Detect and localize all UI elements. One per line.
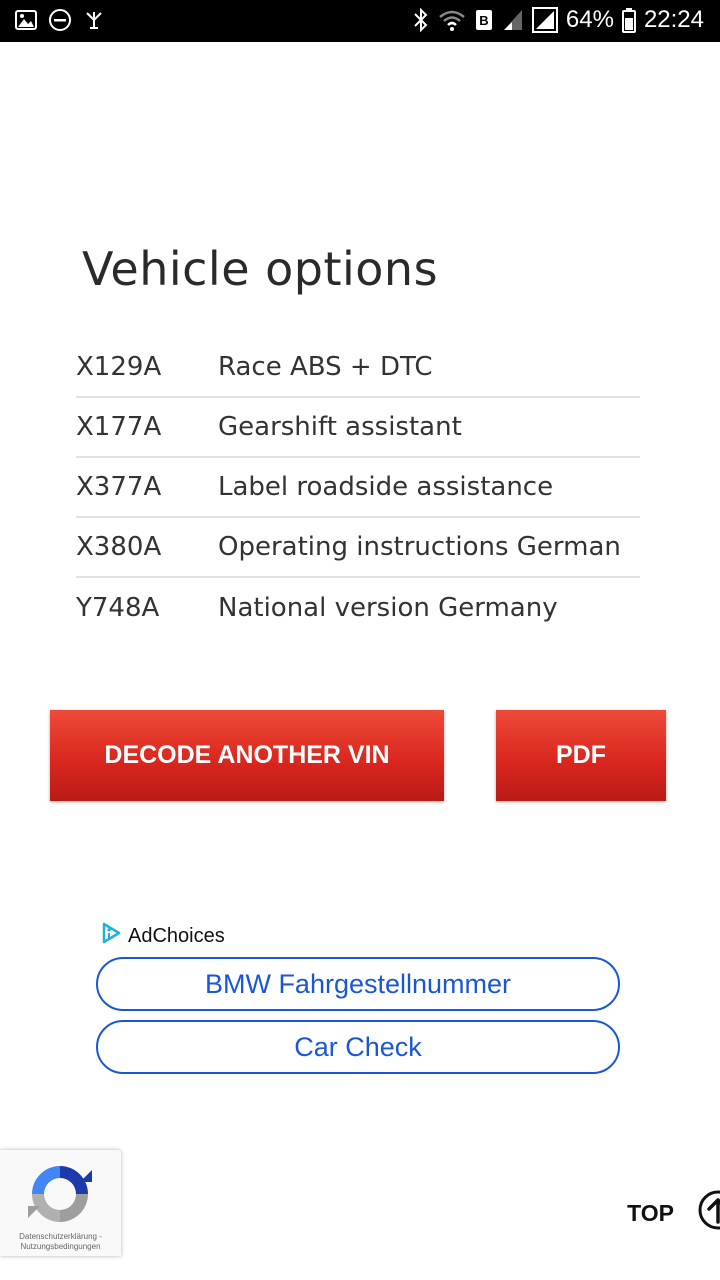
do-not-disturb-icon [48, 8, 72, 32]
status-bar-right: B 64% 22:24 [412, 6, 704, 34]
recaptcha-terms-link[interactable]: Nutzungsbedingungen [0, 1242, 121, 1252]
option-description: Race ABS + DTC [218, 352, 433, 382]
table-row: Y748A National version Germany [76, 578, 640, 638]
option-description: Operating instructions German [218, 532, 621, 562]
option-description: Gearshift assistant [218, 412, 462, 442]
bluetooth-icon [412, 7, 430, 33]
option-code: X129A [76, 352, 162, 382]
option-code: Y748A [76, 593, 160, 623]
signal-booster-icon [82, 8, 106, 32]
vehicle-options-table: X129A Race ABS + DTC X177A Gearshift ass… [76, 338, 640, 638]
option-code: X380A [76, 532, 162, 562]
table-row: X177A Gearshift assistant [76, 398, 640, 458]
pdf-button[interactable]: PDF [496, 710, 666, 801]
status-bar: B 64% 22:24 [0, 0, 720, 42]
image-icon [14, 8, 38, 32]
recaptcha-icon [26, 1160, 94, 1232]
table-row: X377A Label roadside assistance [76, 458, 640, 518]
page-title: Vehicle options [82, 242, 439, 296]
option-description: National version Germany [218, 593, 558, 623]
recaptcha-privacy-link[interactable]: Datenschutzerklärung - [0, 1232, 121, 1242]
scroll-top-label: TOP [627, 1199, 674, 1226]
arrow-up-circle-icon [684, 1188, 720, 1238]
table-row: X380A Operating instructions German [76, 518, 640, 578]
wifi-icon [438, 8, 466, 32]
option-description: Label roadside assistance [218, 472, 554, 502]
svg-text:B: B [479, 13, 488, 28]
battery-icon [621, 7, 636, 33]
data-icon: B [474, 8, 494, 32]
battery-percent: 64% [565, 6, 614, 33]
recaptcha-links: Datenschutzerklärung - Nutzungsbedingung… [0, 1232, 121, 1252]
signal-icon [531, 7, 558, 33]
recaptcha-badge[interactable]: Datenschutzerklärung - Nutzungsbedingung… [0, 1150, 121, 1256]
option-code: X377A [76, 472, 162, 502]
ad-link-car-check[interactable]: Car Check [96, 1020, 620, 1074]
status-bar-left [14, 8, 106, 32]
adchoices[interactable]: AdChoices [100, 922, 225, 950]
table-row: X129A Race ABS + DTC [76, 338, 640, 398]
decode-another-vin-button[interactable]: DECODE ANOTHER VIN [50, 710, 444, 801]
ad-link-bmw-fahrgestellnummer[interactable]: BMW Fahrgestellnummer [96, 957, 620, 1011]
option-code: X177A [76, 412, 162, 442]
adchoices-label: AdChoices [128, 924, 225, 947]
adchoices-icon [100, 922, 122, 950]
scroll-top-button[interactable]: TOP [627, 1188, 720, 1238]
signal-icon [502, 8, 524, 32]
clock: 22:24 [643, 6, 704, 33]
